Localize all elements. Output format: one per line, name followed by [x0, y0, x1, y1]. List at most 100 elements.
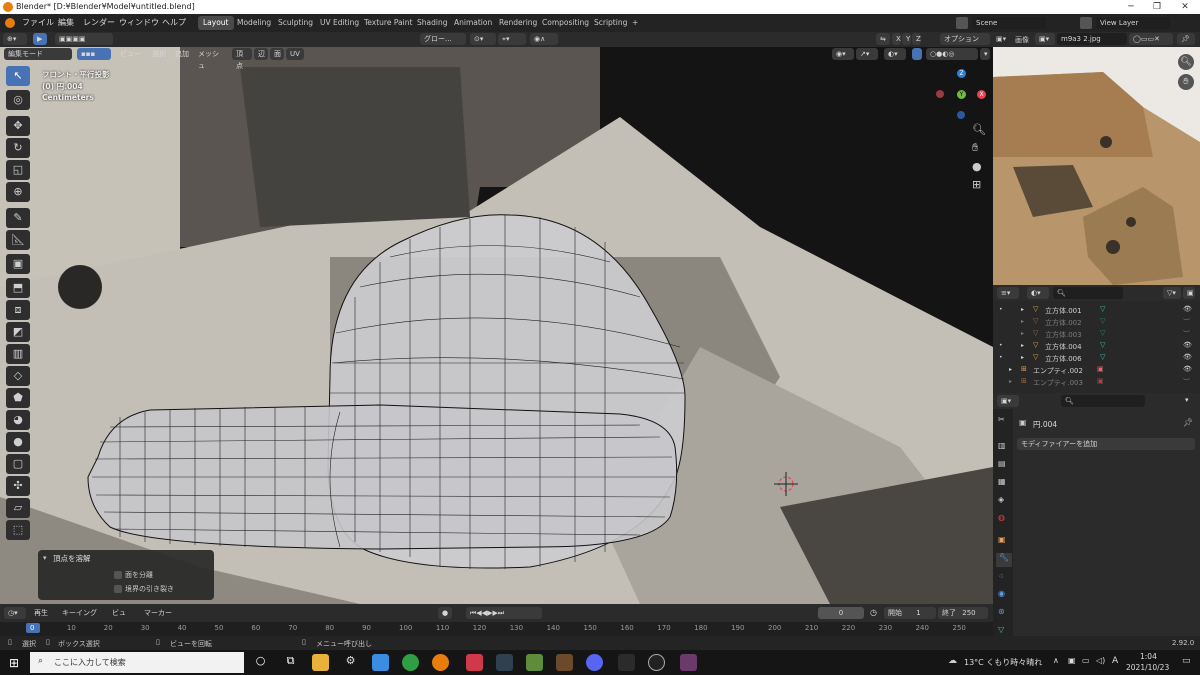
gizmo-dropdown[interactable]: ↗▾	[856, 48, 878, 60]
taskbar-search-box[interactable]: ⌕ ここに入力して検索	[30, 652, 244, 673]
weather-text[interactable]: 13°C くもり時々晴れ	[964, 657, 1042, 668]
image-pan-icon[interactable]: ✋︎	[1178, 74, 1194, 90]
axis-x-toggle[interactable]: X	[892, 33, 901, 45]
neg-z-axis-icon[interactable]	[957, 111, 965, 119]
tab-scripting[interactable]: Scripting	[589, 16, 632, 30]
tab-layout[interactable]: Layout	[198, 16, 234, 30]
particles-tab-icon[interactable]: ⁘	[998, 572, 1005, 581]
view-layer-icon[interactable]	[1080, 17, 1092, 29]
menu-file[interactable]: ファイル	[22, 17, 54, 28]
orientation-dropdown[interactable]: グロー...	[420, 33, 466, 45]
tab-sculpting[interactable]: Sculpting	[273, 16, 318, 30]
blender-taskbar-icon[interactable]	[432, 654, 449, 671]
edge-slide-tool-icon[interactable]: ▢	[6, 454, 30, 474]
minecraft-icon[interactable]	[526, 654, 543, 671]
tear-boundary-checkbox[interactable]	[114, 585, 122, 593]
network-icon[interactable]: ▭	[1082, 656, 1090, 665]
outliner-search-input[interactable]: 🔍︎	[1053, 287, 1123, 299]
eye-icon[interactable]: 👁︎	[1183, 341, 1192, 349]
pivot-dropdown[interactable]: ⊙▾	[470, 33, 496, 45]
clock-icon[interactable]: ◷	[870, 608, 877, 617]
clock-date[interactable]: 2021/10/23	[1126, 663, 1169, 672]
scene-field[interactable]: Scene	[972, 17, 1046, 29]
windows-start-icon[interactable]: ⊞	[9, 656, 19, 670]
menu-uv[interactable]: UV	[286, 48, 304, 60]
menu-face[interactable]: 面	[270, 48, 284, 60]
weather-icon[interactable]: ☁	[948, 656, 957, 666]
transform-tool-icon[interactable]: ⊕	[6, 182, 30, 202]
shrink-fatten-tool-icon[interactable]: ✣	[6, 476, 30, 496]
menu-edit[interactable]: 編集	[58, 17, 74, 28]
expand-arrow-icon[interactable]: ▸	[1021, 330, 1024, 337]
eye-icon[interactable]: 👁︎	[1183, 353, 1192, 361]
x-axis-icon[interactable]: X	[977, 90, 986, 99]
clock-time[interactable]: 1:04	[1140, 652, 1157, 661]
shading-modes[interactable]: ○●◐◎	[926, 48, 978, 60]
outliner-type-icon[interactable]: ≡▾	[997, 287, 1019, 299]
file-explorer-icon[interactable]	[312, 654, 329, 671]
timeline-view-menu[interactable]: ビュー	[108, 607, 136, 629]
zoom-icon[interactable]: 🔍︎	[972, 123, 986, 136]
keying-menu[interactable]: キーイング	[58, 607, 104, 619]
measure-tool-icon[interactable]: 📐︎	[6, 230, 30, 250]
eye-closed-icon[interactable]: ︶	[1183, 377, 1190, 387]
camera-icon[interactable]: ●	[972, 160, 982, 173]
shading-dropdown[interactable]: ▾	[980, 48, 990, 60]
render-tab-icon[interactable]: ▥	[998, 441, 1006, 450]
playback-controls[interactable]: ⏮◀◀▶▶⏭	[466, 607, 542, 619]
timeline-ruler[interactable]: 0 10 20 30 40 50 60 70 80 90 100 110 120 130 140 150 160…	[0, 622, 993, 636]
start-frame-field[interactable]: 開始 1	[884, 607, 936, 619]
xray-toggle[interactable]	[912, 48, 922, 60]
snap-dropdown[interactable]: ⌖▾	[498, 33, 526, 45]
output-tab-icon[interactable]: ▤	[998, 459, 1006, 468]
mode-dropdown[interactable]: 編集モード	[4, 48, 72, 60]
collapse-arrow-icon[interactable]: ▾	[43, 554, 47, 562]
proportional-edit-button[interactable]: ◉∧	[530, 33, 558, 45]
axis-z-toggle[interactable]: Z	[912, 33, 921, 45]
app-icon-dark[interactable]	[618, 654, 635, 671]
y-axis-icon[interactable]: Y	[957, 90, 966, 99]
expand-arrow-icon[interactable]: ▸	[1021, 354, 1024, 361]
add-workspace-button[interactable]: +	[627, 16, 643, 30]
inset-tool-icon[interactable]: ⧈	[6, 300, 30, 320]
playback-menu[interactable]: 再生	[30, 607, 56, 619]
discord-icon[interactable]	[586, 654, 603, 671]
knife-tool-icon[interactable]: ◇	[6, 366, 30, 386]
cortana-icon[interactable]: ○	[252, 654, 269, 671]
drive-icon[interactable]	[372, 654, 389, 671]
menu-mesh[interactable]: メッシュ	[194, 48, 228, 70]
select-tool-icon[interactable]: ↖	[6, 66, 30, 86]
menu-edge[interactable]: 辺	[254, 48, 268, 60]
constraints-tab-icon[interactable]: ⊛	[998, 607, 1005, 616]
expand-arrow-icon[interactable]: ▸	[1021, 342, 1024, 349]
outliner-row[interactable]: ▸ ⊞ エンプティ.003 ▣ ︶	[993, 377, 1200, 389]
image-menu[interactable]: 画像	[1015, 35, 1029, 45]
image-editor-type-icon[interactable]: ▣▾	[996, 35, 1006, 43]
mirror-icon[interactable]: ⇋	[876, 33, 890, 45]
record-button-icon[interactable]: ●	[438, 607, 452, 619]
tab-rendering[interactable]: Rendering	[494, 16, 542, 30]
editor-type-button[interactable]: ⊕▾	[3, 33, 27, 45]
scale-tool-icon[interactable]: ◱	[6, 160, 30, 180]
rotate-tool-icon[interactable]: ↻	[6, 138, 30, 158]
app-icon-2s[interactable]	[496, 654, 513, 671]
neg-x-axis-icon[interactable]	[936, 90, 944, 98]
app-icon-circle[interactable]	[648, 654, 665, 671]
shear-tool-icon[interactable]: ▱	[6, 498, 30, 518]
expand-arrow-icon[interactable]: ▸	[1009, 378, 1012, 385]
world-tab-icon[interactable]: ◍	[998, 513, 1005, 522]
minimize-button[interactable]: ─	[1118, 0, 1144, 14]
outliner-row[interactable]: • ▸ ▽ 立方体.006 ▽ 👁︎	[993, 353, 1200, 365]
tab-animation[interactable]: Animation	[449, 16, 497, 30]
bevel-tool-icon[interactable]: ◩	[6, 322, 30, 342]
end-frame-field[interactable]: 終了 250	[938, 607, 988, 619]
view-layer-tab-icon[interactable]: ▦	[998, 477, 1006, 486]
maximize-button[interactable]: ❐	[1144, 0, 1170, 14]
menu-select[interactable]: 選択	[148, 48, 170, 60]
3d-viewport[interactable]: フロント・平行投影 (0) 円.004 Centimeters Z Y X 🔍︎…	[0, 47, 993, 604]
image-editor[interactable]: ▣▾ 画像 ▣▾ m9a3 2.jpg ◯▭▭✕ 📌︎ 🔍︎ ✋︎	[993, 32, 1200, 285]
new-collection-icon[interactable]: ▣	[1183, 287, 1195, 299]
tab-texture-paint[interactable]: Texture Paint	[359, 16, 417, 30]
menu-view[interactable]: ビュー	[116, 48, 146, 60]
move-tool-icon[interactable]: ✥	[6, 116, 30, 136]
